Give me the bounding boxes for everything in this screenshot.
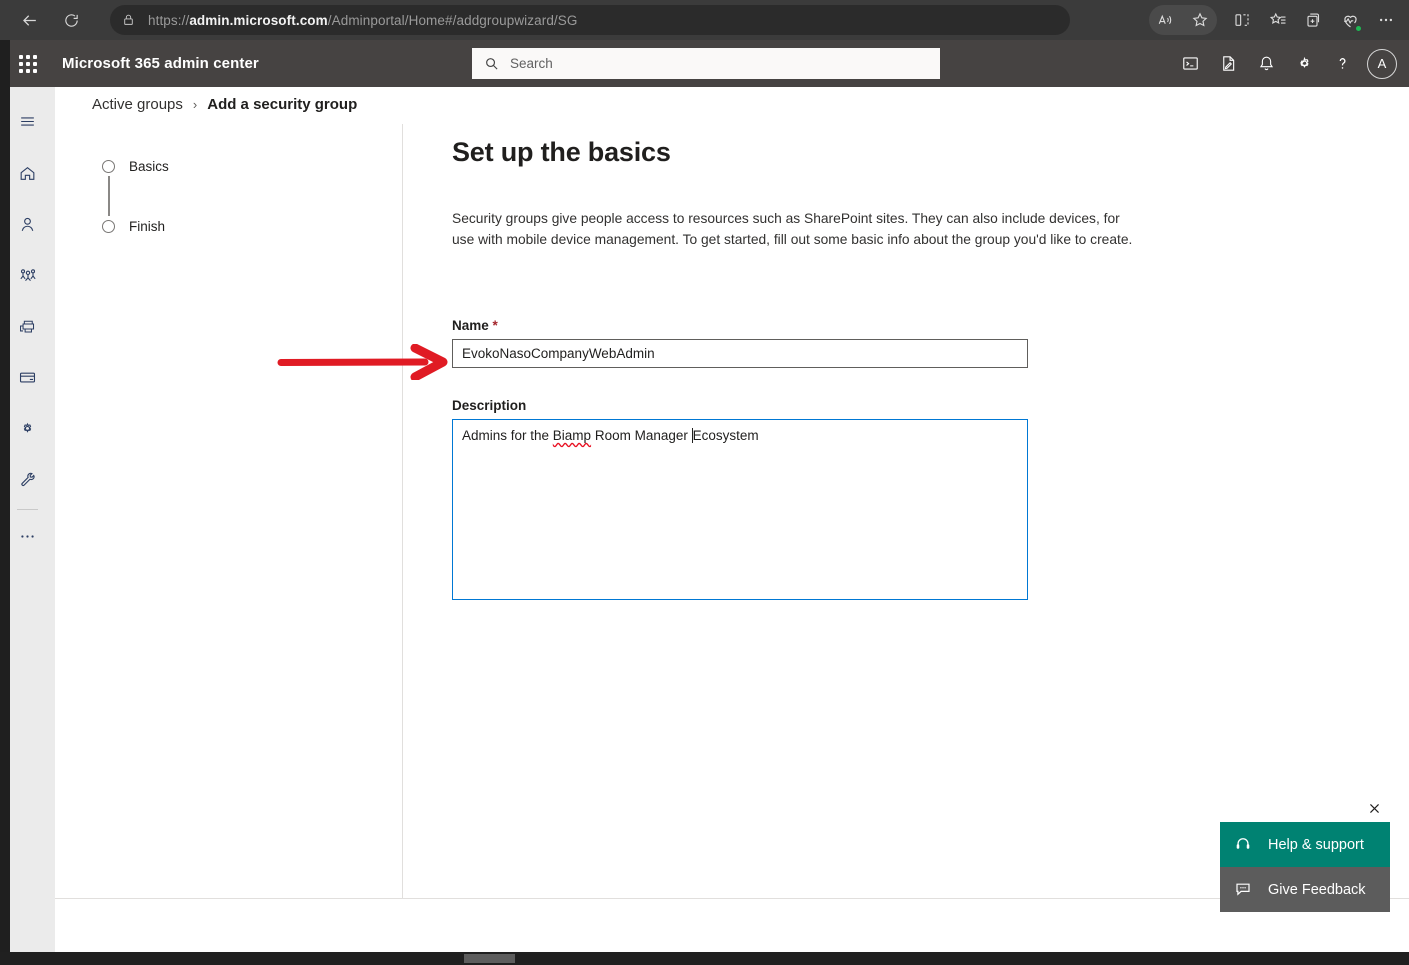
headset-icon (1234, 835, 1254, 855)
reload-icon[interactable] (54, 3, 88, 37)
breadcrumb: Active groups › Add a security group (92, 96, 357, 113)
page-title: Add a security group (207, 96, 358, 113)
add-to-collections-icon[interactable] (1297, 3, 1331, 37)
question-icon[interactable] (1323, 44, 1361, 84)
help-feedback-panel: Help & support Give Feedback (1220, 822, 1390, 912)
bell-icon[interactable] (1247, 44, 1285, 84)
suite-title: Microsoft 365 admin center (62, 55, 259, 72)
split-screen-icon[interactable] (1225, 3, 1259, 37)
name-label: Name * (452, 318, 1409, 333)
essentials-status-dot (1355, 25, 1362, 32)
document-pen-icon[interactable] (1209, 44, 1247, 84)
name-field-group: Name * (452, 318, 1409, 368)
name-input[interactable] (452, 339, 1028, 368)
star-icon[interactable] (1184, 6, 1216, 34)
help-and-support-button[interactable]: Help & support (1220, 822, 1390, 867)
form-intro-text: Security groups give people access to re… (452, 211, 1133, 247)
url-scheme: https:// (148, 12, 190, 28)
omnibox-action-group (1149, 5, 1217, 35)
description-text-before: Admins for the (462, 428, 553, 443)
form-panel: Set up the basics Security groups give p… (452, 124, 1409, 600)
required-marker: * (492, 318, 498, 333)
description-field-group: Description Admins for the Biamp Room Ma… (452, 398, 1409, 600)
wizard-step-label: Finish (129, 218, 166, 234)
avatar[interactable]: A (1367, 48, 1397, 79)
step-circle-icon (102, 159, 115, 173)
suite-header-actions: A (1171, 40, 1401, 87)
back-arrow-icon[interactable] (12, 3, 46, 37)
browser-essentials-icon[interactable] (1333, 3, 1367, 37)
wizard-content-row: Basics Finish Set up the basics Security… (55, 124, 1409, 898)
read-aloud-icon[interactable] (1150, 6, 1182, 34)
url-text: https://admin.microsoft.com/Adminportal/… (148, 13, 578, 28)
console-icon[interactable] (1171, 44, 1209, 84)
browser-actions (1149, 0, 1403, 40)
help-and-support-label: Help & support (1268, 836, 1364, 853)
wizard-step-rail: Basics Finish (55, 124, 402, 898)
vertical-divider (402, 124, 403, 898)
give-feedback-button[interactable]: Give Feedback (1220, 867, 1390, 912)
window-left-edge (0, 40, 10, 952)
url-path: /Adminportal/Home#/addgroupwizard/SG (327, 12, 578, 28)
scrollbar-thumb[interactable] (464, 954, 515, 963)
form-heading: Set up the basics (452, 137, 671, 167)
browser-toolbar: https://admin.microsoft.com/Adminportal/… (0, 0, 1409, 40)
description-text-middle: Room Manager (591, 428, 692, 443)
global-search[interactable] (472, 48, 940, 79)
app-window: https://admin.microsoft.com/Adminportal/… (0, 0, 1409, 965)
page-container: Active groups › Add a security group Bas… (55, 87, 1409, 965)
step-connector (108, 176, 110, 216)
breadcrumb-separator: › (192, 97, 198, 112)
wizard-step-finish[interactable]: Finish (102, 216, 169, 236)
search-icon (484, 56, 500, 72)
rail-divider (17, 509, 38, 510)
waffle-grid (19, 54, 37, 73)
give-feedback-label: Give Feedback (1268, 881, 1366, 898)
search-input[interactable] (510, 56, 928, 71)
step-circle-icon (102, 219, 115, 233)
lock-icon (122, 12, 138, 28)
close-icon[interactable] (1363, 797, 1385, 819)
wizard-steps: Basics Finish (102, 156, 169, 236)
spellcheck-misspelled-word: Biamp (552, 428, 592, 443)
wizard-step-basics[interactable]: Basics (102, 156, 169, 176)
url-domain: admin.microsoft.com (189, 12, 328, 28)
wizard-step-label: Basics (129, 158, 169, 174)
favorites-list-icon[interactable] (1261, 3, 1295, 37)
app-launcher-icon[interactable] (8, 44, 48, 84)
description-input[interactable]: Admins for the Biamp Room Manager Ecosys… (452, 419, 1028, 600)
ellipsis-icon[interactable] (1369, 3, 1403, 37)
horizontal-scrollbar[interactable] (0, 952, 1409, 965)
speech-bubble-icon (1234, 880, 1254, 900)
address-bar[interactable]: https://admin.microsoft.com/Adminportal/… (110, 5, 1070, 35)
name-label-text: Name (452, 318, 489, 333)
description-label: Description (452, 398, 527, 413)
description-text-after: Ecosystem (692, 428, 759, 443)
gear-icon[interactable] (1285, 44, 1323, 84)
breadcrumb-parent-link[interactable]: Active groups (92, 96, 183, 113)
